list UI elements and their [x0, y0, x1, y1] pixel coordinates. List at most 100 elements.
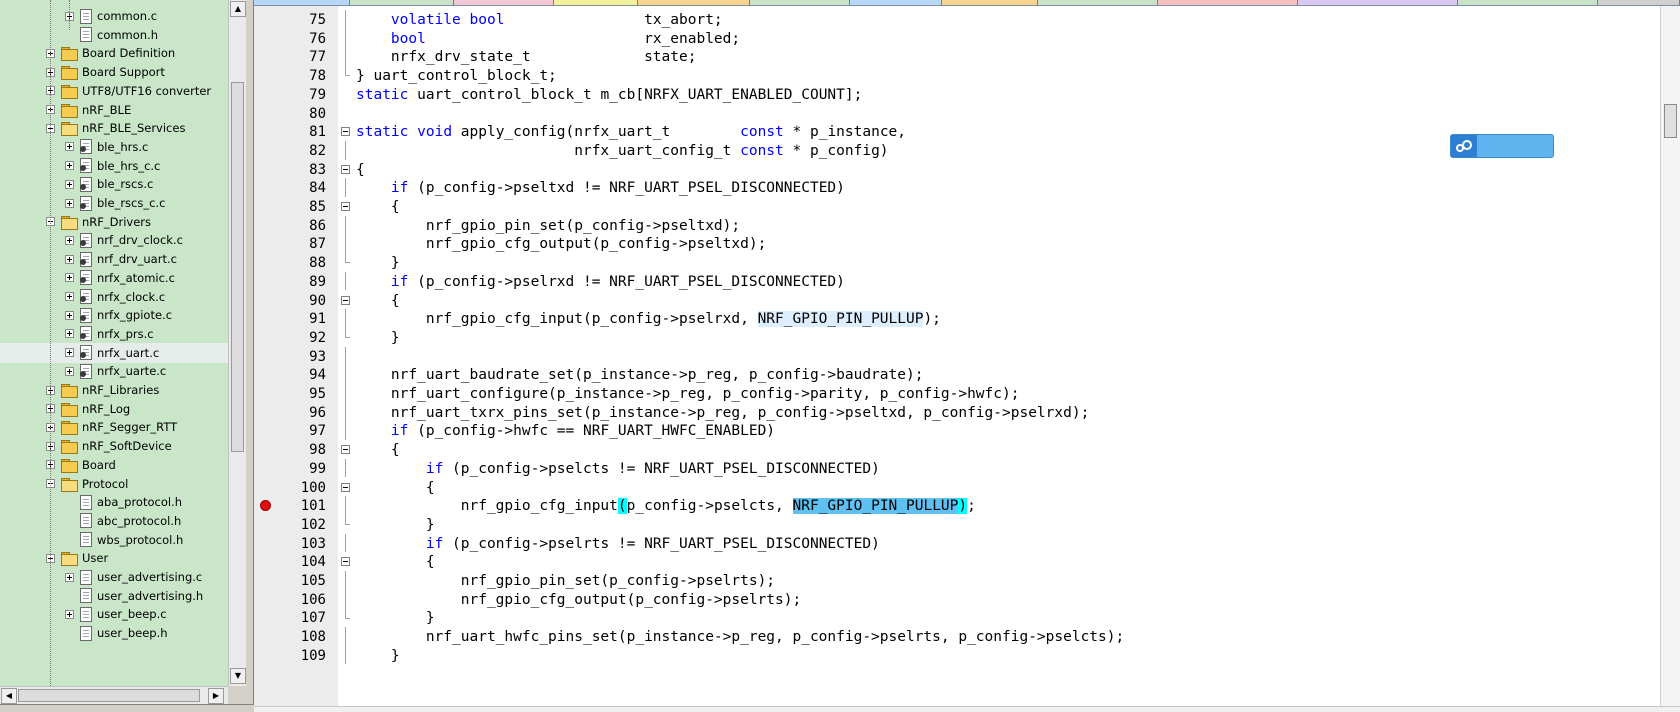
code-line[interactable]: nrf_uart_baudrate_set(p_instance->p_reg,… [356, 365, 924, 385]
code-line[interactable]: volatile bool tx_abort; [356, 10, 723, 30]
scroll-left-arrow-icon[interactable]: ◀ [1, 688, 17, 704]
tree-file[interactable]: ble_hrs.c [0, 137, 228, 157]
expand-plus-icon[interactable] [65, 366, 74, 376]
code-line[interactable]: nrf_uart_hwfc_pins_set(p_instance->p_reg… [356, 627, 1124, 647]
tree-folder[interactable]: nRF_BLE [0, 100, 228, 120]
expand-plus-icon[interactable] [65, 198, 74, 208]
code-line[interactable]: nrf_gpio_pin_set(p_config->pseltxd); [356, 216, 740, 236]
tree-folder[interactable]: nRF_Segger_RTT [0, 417, 228, 437]
tree-vertical-scrollbar[interactable]: ▲ ▼ [228, 0, 246, 686]
code-line[interactable]: } [356, 646, 400, 666]
tree-folder[interactable]: nRF_SoftDevice [0, 436, 228, 456]
tree-folder[interactable]: Protocol [0, 474, 228, 494]
expand-plus-icon[interactable] [65, 179, 74, 189]
tree-vscroll-thumb[interactable] [231, 82, 244, 452]
tree-file[interactable]: user_advertising.h [0, 586, 228, 606]
code-line[interactable]: if (p_config->pselrts != NRF_UART_PSEL_D… [356, 534, 880, 554]
code-line[interactable]: } [356, 328, 400, 348]
code-line[interactable]: static uart_control_block_t m_cb[NRFX_UA… [356, 85, 862, 105]
code-line[interactable]: { [356, 291, 400, 311]
tree-file[interactable]: nrfx_atomic.c [0, 268, 228, 288]
code-line[interactable]: if (p_config->pselcts != NRF_UART_PSEL_D… [356, 459, 880, 479]
tree-file[interactable]: abc_protocol.h [0, 511, 228, 531]
expand-plus-icon[interactable] [65, 572, 74, 582]
fold-collapse-icon[interactable] [341, 482, 350, 492]
scroll-right-arrow-icon[interactable]: ▶ [208, 688, 224, 704]
tree-file[interactable]: aba_protocol.h [0, 492, 228, 512]
code-line[interactable]: nrf_uart_configure(p_instance->p_reg, p_… [356, 384, 1020, 404]
fold-collapse-icon[interactable] [341, 127, 350, 137]
code-line[interactable]: bool rx_enabled; [356, 29, 740, 49]
code-line[interactable]: { [356, 197, 400, 217]
expand-plus-icon[interactable] [65, 142, 74, 152]
expand-plus-icon[interactable] [65, 609, 74, 619]
code-line[interactable]: static void apply_config(nrfx_uart_t con… [356, 122, 906, 142]
tree-file[interactable]: ble_rscs.c [0, 174, 228, 194]
code-line[interactable]: nrfx_drv_state_t state; [356, 47, 697, 67]
expand-plus-icon[interactable] [65, 348, 74, 358]
fold-collapse-icon[interactable] [341, 164, 350, 174]
tree-folder[interactable]: Board Definition [0, 43, 228, 63]
expand-plus-icon[interactable] [65, 273, 74, 283]
code-line[interactable]: { [356, 478, 435, 498]
tree-folder[interactable]: nRF_Drivers [0, 212, 228, 232]
code-line[interactable]: nrf_gpio_cfg_output(p_config->pselrts); [356, 590, 801, 610]
code-line[interactable]: nrf_gpio_cfg_input(p_config->pselrxd, NR… [356, 309, 941, 329]
tree-folder[interactable]: UTF8/UTF16 converter [0, 81, 228, 101]
upload-badge[interactable] [1450, 134, 1554, 158]
tree-file[interactable]: nrfx_prs.c [0, 324, 228, 344]
code-line[interactable]: } [356, 608, 435, 628]
code-line[interactable]: nrfx_uart_config_t const * p_config) [356, 141, 888, 161]
tree-file[interactable]: nrfx_clock.c [0, 287, 228, 307]
expand-plus-icon[interactable] [65, 310, 74, 320]
tree-folder[interactable]: nRF_BLE_Services [0, 118, 228, 138]
tree-file[interactable]: user_advertising.c [0, 567, 228, 587]
tree-file[interactable]: ble_rscs_c.c [0, 193, 228, 213]
tree-horizontal-scrollbar[interactable]: ◀ ▶ [0, 686, 228, 704]
fold-collapse-icon[interactable] [341, 445, 350, 455]
code-area[interactable]: volatile bool tx_abort; bool rx_enabled;… [352, 6, 1654, 706]
expand-plus-icon[interactable] [65, 254, 74, 264]
code-line[interactable]: nrf_gpio_pin_set(p_config->pselrts); [356, 571, 775, 591]
editor-vertical-scrollbar[interactable] [1660, 6, 1680, 706]
code-line[interactable]: { [356, 160, 365, 180]
code-line[interactable]: if (p_config->pseltxd != NRF_UART_PSEL_D… [356, 178, 845, 198]
tree-folder[interactable]: Board Support [0, 62, 228, 82]
code-line[interactable]: nrf_gpio_cfg_input(p_config->pselcts, NR… [356, 496, 976, 516]
code-line[interactable]: { [356, 552, 435, 572]
tree-file[interactable]: nrfx_gpiote.c [0, 305, 228, 325]
code-line[interactable]: } uart_control_block_t; [356, 66, 557, 86]
tree-file[interactable]: nrfx_uarte.c [0, 361, 228, 381]
code-line[interactable]: if (p_config->hwfc == NRF_UART_HWFC_ENAB… [356, 421, 775, 441]
scroll-down-arrow-icon[interactable]: ▼ [230, 668, 246, 684]
expand-plus-icon[interactable] [65, 329, 74, 339]
editor-horizontal-scrollbar[interactable] [254, 706, 1680, 712]
tree-file[interactable]: common.h [0, 25, 228, 45]
code-line[interactable]: } [356, 253, 400, 273]
tree-file[interactable]: nrf_drv_clock.c [0, 230, 228, 250]
expand-plus-icon[interactable] [65, 235, 74, 245]
scroll-up-arrow-icon[interactable]: ▲ [230, 1, 246, 17]
tree-folder[interactable]: nRF_Log [0, 399, 228, 419]
project-panel-tabs[interactable] [0, 704, 254, 712]
code-line[interactable]: if (p_config->pselrxd != NRF_UART_PSEL_D… [356, 272, 845, 292]
fold-collapse-icon[interactable] [341, 295, 350, 305]
tree-folder[interactable]: nRF_Libraries [0, 380, 228, 400]
tree-hscroll-thumb[interactable] [18, 689, 200, 702]
fold-collapse-icon[interactable] [341, 202, 350, 211]
expand-plus-icon[interactable] [65, 161, 74, 171]
editor-vscroll-thumb[interactable] [1664, 104, 1677, 138]
tree-folder[interactable]: Board [0, 455, 228, 475]
tree-file[interactable]: nrf_drv_uart.c [0, 249, 228, 269]
tree-file[interactable]: user_beep.h [0, 623, 228, 643]
code-line[interactable]: nrf_uart_txrx_pins_set(p_instance->p_reg… [356, 403, 1089, 423]
tree-file[interactable]: ble_hrs_c.c [0, 156, 228, 176]
fold-gutter[interactable] [338, 6, 352, 706]
code-line[interactable]: nrf_gpio_cfg_output(p_config->pseltxd); [356, 234, 766, 254]
fold-collapse-icon[interactable] [341, 557, 350, 567]
tree-file[interactable]: nrfx_uart.c [0, 342, 228, 363]
expand-plus-icon[interactable] [65, 292, 74, 301]
tree-file[interactable]: wbs_protocol.h [0, 530, 228, 550]
tree-folder[interactable]: User [0, 548, 228, 568]
line-number-margin[interactable]: 75 76 77 78 79 80 81 82 83 84 85 86 87 88 89 90 91 92 93 94… [254, 6, 338, 706]
